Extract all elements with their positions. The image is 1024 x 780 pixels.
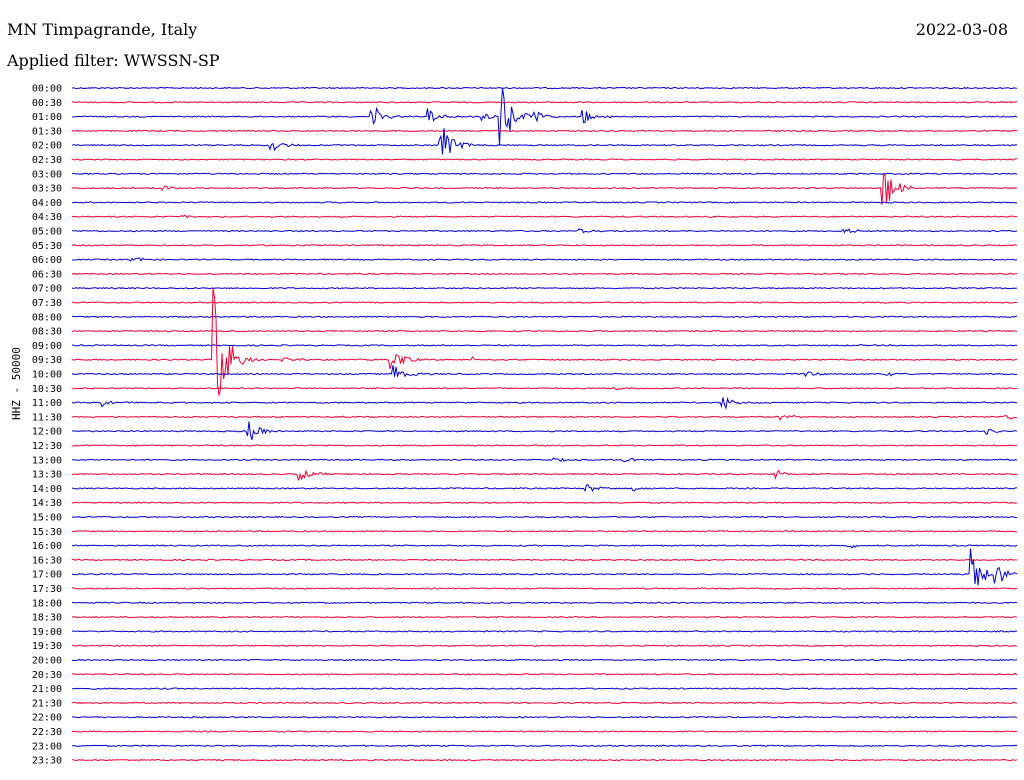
- trace-line: [71, 701, 1018, 705]
- trace-line: [71, 744, 1018, 748]
- row-label: 01:00: [32, 112, 62, 123]
- row-label: 02:00: [32, 141, 62, 152]
- row-label: 08:00: [32, 312, 62, 323]
- row-label: 13:00: [32, 455, 62, 466]
- trace-line: [71, 687, 1017, 690]
- trace-line: [71, 630, 1018, 633]
- row-label: 12:30: [32, 441, 62, 452]
- row-label: 00:00: [32, 84, 62, 95]
- trace-line: [71, 272, 1018, 276]
- trace-line: [71, 501, 1018, 504]
- row-label: 10:30: [32, 384, 62, 395]
- trace-line: [72, 548, 1018, 586]
- trace-line: [72, 587, 1018, 590]
- row-label: 22:00: [32, 713, 62, 724]
- trace-line: [71, 530, 1018, 533]
- row-label: 22:30: [32, 727, 62, 738]
- row-label: 05:00: [32, 227, 62, 238]
- row-label: 14:00: [32, 484, 62, 495]
- row-label: 16:30: [32, 555, 62, 566]
- row-label: 04:30: [32, 212, 62, 223]
- row-label: 07:00: [32, 284, 62, 295]
- row-label: 15:30: [32, 527, 62, 538]
- row-label: 20:00: [32, 656, 62, 667]
- row-label: 05:30: [32, 241, 62, 252]
- trace-line: [71, 86, 1017, 90]
- row-label: 00:30: [32, 98, 62, 109]
- row-label: 11:00: [32, 398, 62, 409]
- trace-line: [72, 558, 1018, 562]
- trace-line: [71, 101, 1018, 104]
- row-label: 11:30: [32, 412, 62, 423]
- row-label: 09:00: [32, 341, 62, 352]
- trace-line: [71, 615, 1018, 619]
- row-label: 15:00: [32, 513, 62, 524]
- row-label: 16:00: [32, 541, 62, 552]
- row-label: 18:30: [32, 613, 62, 624]
- row-label: 21:00: [32, 684, 62, 695]
- row-label: 10:00: [32, 370, 62, 381]
- seismic-traces: [71, 86, 1018, 762]
- trace-line: [71, 386, 1018, 391]
- trace-line: [72, 287, 1018, 290]
- row-label: 18:00: [32, 598, 62, 609]
- row-label: 12:00: [32, 427, 62, 438]
- trace-line: [71, 444, 1018, 447]
- trace-line: [71, 644, 1017, 647]
- row-label: 20:30: [32, 670, 62, 681]
- trace-line: [71, 457, 1018, 462]
- row-label: 23:00: [32, 741, 62, 752]
- trace-line: [71, 129, 1018, 133]
- trace-line: [71, 469, 1018, 481]
- row-label: 21:30: [32, 698, 62, 709]
- row-label: 03:30: [32, 184, 62, 195]
- trace-line: [71, 715, 1018, 719]
- trace-line: [71, 515, 1018, 519]
- trace-line: [71, 244, 1018, 247]
- row-label: 04:00: [32, 198, 62, 209]
- trace-line: [71, 288, 1018, 396]
- trace-line: [71, 414, 1018, 422]
- row-label: 03:00: [32, 169, 62, 180]
- trace-line: [71, 758, 1018, 762]
- row-label: 13:30: [32, 470, 62, 481]
- trace-line: [71, 128, 1018, 155]
- row-label: 17:00: [32, 570, 62, 581]
- trace-line: [71, 174, 1017, 205]
- trace-line: [71, 301, 1018, 304]
- row-label: 06:30: [32, 269, 62, 280]
- trace-line: [71, 329, 1018, 333]
- trace-line: [72, 484, 1018, 493]
- trace-line: [71, 201, 1018, 204]
- row-label: 09:30: [32, 355, 62, 366]
- trace-line: [71, 658, 1018, 662]
- row-labels: 00:00 00:30 01:00 01:30 02:00 02:30 03:00 03:30…: [32, 84, 62, 767]
- helicorder-plot: 00:00 00:30 01:00 01:30 02:00 02:30 03:00 03:30…: [32, 84, 1018, 767]
- row-label: 08:30: [32, 327, 62, 338]
- trace-line: [71, 421, 1018, 440]
- trace-line: [72, 673, 1018, 676]
- row-label: 17:30: [32, 584, 62, 595]
- trace-line: [71, 365, 1018, 379]
- trace-line: [71, 88, 1018, 146]
- trace-line: [71, 257, 1018, 262]
- trace-line: [71, 730, 1018, 733]
- trace-line: [71, 396, 1017, 410]
- trace-line: [71, 214, 1018, 219]
- trace-line: [71, 344, 1017, 347]
- trace-line: [71, 172, 1018, 176]
- row-label: 14:30: [32, 498, 62, 509]
- trace-line: [71, 544, 1018, 549]
- row-label: 01:30: [32, 126, 62, 137]
- row-label: 23:30: [32, 756, 62, 767]
- row-label: 06:00: [32, 255, 62, 266]
- row-label: 02:30: [32, 155, 62, 166]
- trace-line: [71, 158, 1018, 161]
- row-label: 19:00: [32, 627, 62, 638]
- trace-line: [71, 601, 1018, 605]
- row-label: 19:30: [32, 641, 62, 652]
- trace-line: [72, 315, 1017, 318]
- trace-line: [71, 228, 1018, 234]
- row-label: 07:30: [32, 298, 62, 309]
